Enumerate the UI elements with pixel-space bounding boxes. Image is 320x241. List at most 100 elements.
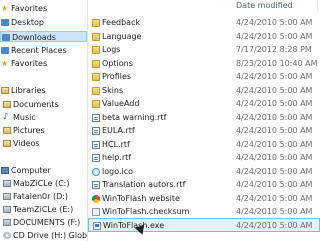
file-row-wintoflash-website[interactable]: WinToFlash website 4/24/2010 5:00 AM	[88, 192, 320, 206]
file-date: 4/24/2010 5:00 AM	[236, 194, 313, 203]
rtf-file-icon	[92, 114, 100, 122]
file-date: 4/24/2010 5:00 AM	[236, 86, 313, 95]
folder-icon	[92, 46, 100, 54]
nav-item-pictures[interactable]: Pictures	[0, 125, 87, 136]
file-date: 4/24/2010 5:00 AM	[236, 167, 313, 176]
file-name: Translation autors.rtf	[102, 180, 186, 189]
nav-item-label: MabZiCLe (C:)	[13, 179, 70, 188]
nav-item-label: Recent Places	[11, 46, 67, 55]
file-date: 4/24/2010 5:00 AM	[236, 180, 313, 189]
libraries-icon	[1, 87, 9, 94]
file-row-beta-warning[interactable]: beta warning.rtf 4/24/2010 5:00 AM	[88, 111, 320, 125]
folder-icon	[92, 19, 100, 27]
drive-icon	[3, 206, 11, 213]
file-name: Profiles	[102, 72, 132, 81]
file-row-logs[interactable]: Logs 7/17/2012 8:28 PM	[88, 43, 320, 57]
file-row-wintoflash-checksum[interactable]: WinToFlash.checksum 4/24/2010 5:00 AM	[88, 205, 320, 219]
file-row-eula[interactable]: EULA.rtf 4/24/2010 5:00 AM	[88, 124, 320, 138]
file-name: Logs	[102, 45, 121, 54]
file-row-skins[interactable]: Skins 4/24/2010 5:00 AM	[88, 84, 320, 98]
videos-library-icon	[3, 140, 11, 147]
favorites-group-header[interactable]: ★ Favorites	[0, 3, 87, 14]
documents-library-icon	[3, 101, 11, 108]
nav-item-downloads[interactable]: Downloads	[0, 31, 87, 42]
file-name: WinToFlash website	[102, 194, 180, 203]
computer-group-header[interactable]: Computer	[0, 165, 87, 176]
nav-item-favorites[interactable]: ★ Favorites	[0, 58, 87, 69]
folder-icon	[92, 33, 100, 41]
file-row-wintoflash-exe[interactable]: WinToFlash.exe 4/24/2010 5:00 AM	[88, 218, 320, 232]
nav-item-label: Music	[13, 113, 36, 122]
nav-item-label: Favorites	[11, 59, 48, 68]
nav-item-recent-places[interactable]: Recent Places	[0, 45, 87, 56]
folder-icon	[92, 87, 100, 95]
file-date: 4/24/2010 5:00 AM	[236, 207, 313, 216]
file-row-profiles[interactable]: Profiles 4/24/2010 5:00 AM	[88, 70, 320, 84]
music-library-icon: ♪	[3, 112, 9, 122]
file-row-valueadd[interactable]: ValueAdd 4/24/2010 5:00 AM	[88, 97, 320, 111]
file-date: 4/24/2010 5:00 AM	[236, 72, 313, 81]
navigation-pane: ★ Favorites Desktop Downloads Recent Pla…	[0, 0, 88, 241]
column-date-modified[interactable]: Date modified	[236, 1, 293, 10]
nav-item-drive-c[interactable]: MabZiCLe (C:)	[0, 178, 87, 189]
nav-item-label: Pictures	[13, 126, 45, 135]
cd-drive-icon	[3, 232, 11, 239]
rtf-file-icon	[92, 154, 100, 162]
nav-item-drive-h[interactable]: CD Drive (H:) Globe	[0, 230, 87, 241]
nav-item-documents[interactable]: Documents	[0, 99, 87, 110]
file-date: 4/24/2010 5:00 AM	[236, 32, 313, 41]
nav-item-label: Downloads	[12, 33, 56, 42]
exe-file-icon	[93, 222, 101, 230]
recent-places-icon	[1, 47, 9, 54]
nav-item-desktop[interactable]: Desktop	[0, 17, 87, 28]
file-row-hcl[interactable]: HCL.rtf 4/24/2010 5:00 AM	[88, 138, 320, 152]
chrome-shortcut-icon	[92, 195, 100, 203]
file-row-logo[interactable]: logo.ico 4/24/2010 5:00 AM	[88, 165, 320, 179]
libraries-group-header[interactable]: Libraries	[0, 85, 87, 96]
rtf-file-icon	[92, 181, 100, 189]
computer-icon	[1, 167, 9, 174]
nav-item-label: Fatalen0r (D:)	[13, 192, 69, 201]
file-name: ValueAdd	[102, 99, 140, 108]
ico-file-icon	[92, 168, 100, 176]
file-row-help[interactable]: help.rtf 4/24/2010 5:00 AM	[88, 151, 320, 165]
file-name: WinToFlash.checksum	[102, 207, 190, 216]
file-row-feedback[interactable]: Feedback 4/24/2010 5:00 AM	[88, 16, 320, 30]
drive-icon	[3, 180, 11, 187]
file-name: EULA.rtf	[102, 126, 135, 135]
nav-item-videos[interactable]: Videos	[0, 138, 87, 149]
file-name: beta warning.rtf	[102, 113, 167, 122]
file-row-options[interactable]: Options 8/23/2010 10:40 AM	[88, 57, 320, 71]
file-date: 4/24/2010 5:00 AM	[236, 153, 313, 162]
libraries-header-label: Libraries	[11, 86, 46, 95]
file-date: 4/24/2010 5:00 AM	[236, 18, 313, 27]
nav-item-label: Desktop	[11, 18, 44, 27]
file-list: Date modified Feedback 4/24/2010 5:00 AM…	[88, 0, 320, 241]
file-row-translation-autors[interactable]: Translation autors.rtf 4/24/2010 5:00 AM	[88, 178, 320, 192]
file-date: 8/23/2010 10:40 AM	[236, 59, 318, 68]
column-divider[interactable]	[317, 0, 318, 11]
nav-item-drive-d[interactable]: Fatalen0r (D:)	[0, 191, 87, 202]
nav-item-drive-f[interactable]: DOCUMENTS (F:)	[0, 217, 87, 228]
nav-item-label: Documents	[13, 100, 59, 109]
pictures-library-icon	[3, 127, 11, 134]
file-name: Options	[102, 59, 133, 68]
file-name: HCL.rtf	[102, 140, 130, 149]
rtf-file-icon	[92, 141, 100, 149]
file-date: 4/24/2010 5:00 AM	[236, 113, 313, 122]
drive-icon	[3, 219, 11, 226]
desktop-icon	[1, 19, 9, 26]
file-name: help.rtf	[102, 153, 132, 162]
file-date: 4/24/2010 5:00 AM	[236, 221, 313, 230]
nav-item-label: Videos	[13, 139, 40, 148]
nav-item-music[interactable]: ♪ Music	[0, 112, 87, 123]
file-row-language[interactable]: Language 4/24/2010 5:00 AM	[88, 30, 320, 44]
column-header: Date modified	[88, 0, 320, 11]
rtf-file-icon	[92, 127, 100, 135]
file-name: Feedback	[102, 18, 141, 27]
nav-item-drive-e[interactable]: TeamZiCLe (E:)	[0, 204, 87, 215]
nav-item-label: CD Drive (H:) Globe	[13, 231, 88, 240]
file-name: Language	[102, 32, 142, 41]
star-icon: ★	[1, 4, 9, 13]
file-date: 7/17/2012 8:28 PM	[236, 45, 312, 54]
